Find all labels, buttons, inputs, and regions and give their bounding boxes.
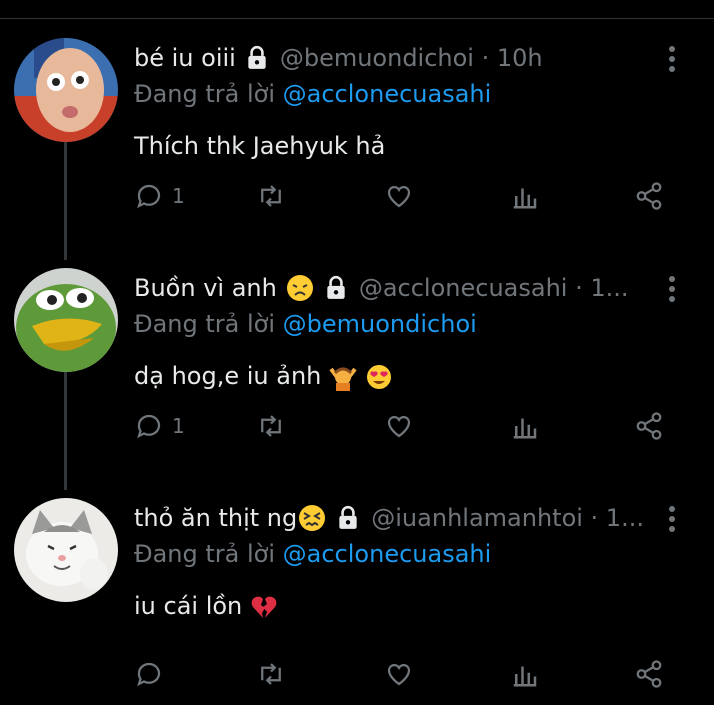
replying-to-label: Đang trả lời bbox=[134, 310, 276, 338]
tweet-actions bbox=[134, 656, 674, 692]
person-gesturing-ok-emoji bbox=[329, 367, 357, 391]
share-icon bbox=[636, 660, 662, 688]
retweet-button[interactable] bbox=[256, 656, 286, 692]
reply-button[interactable] bbox=[134, 656, 164, 692]
retweet-icon bbox=[261, 185, 281, 207]
replying-to: Đang trả lời @acclonecuasahi bbox=[134, 80, 491, 108]
analytics-button[interactable] bbox=[510, 656, 540, 692]
replying-to-handle[interactable]: @acclonecuasahi bbox=[283, 540, 492, 568]
display-name[interactable]: bé iu oiii bbox=[134, 44, 236, 72]
top-divider bbox=[0, 18, 714, 19]
handle-and-time[interactable]: @iuanhlamanhtoi · 1... bbox=[371, 504, 644, 532]
replying-to-label: Đang trả lời bbox=[134, 80, 276, 108]
retweet-icon bbox=[261, 415, 281, 437]
cat-avatar bbox=[14, 498, 118, 602]
share-button[interactable] bbox=[634, 178, 664, 214]
analytics-icon bbox=[513, 418, 537, 439]
disappointed-face-emoji bbox=[286, 275, 313, 301]
display-name[interactable]: Buồn vì anh bbox=[134, 274, 277, 302]
share-button[interactable] bbox=[634, 656, 664, 692]
tweet-header: Buồn vì anh @acclonecuasahi · 1... bbox=[134, 268, 654, 308]
baby-face-avatar bbox=[14, 38, 118, 142]
retweet-icon bbox=[261, 663, 281, 685]
tweet-actions: 1 bbox=[134, 408, 674, 444]
tweet-header: thỏ ăn thịt ng @iuanhlamanhtoi · 1... bbox=[134, 498, 654, 538]
heart-icon bbox=[387, 415, 411, 438]
tweet[interactable]: Buồn vì anh @acclonecuasahi · 1... Đang … bbox=[0, 268, 714, 498]
retweet-button[interactable] bbox=[256, 408, 286, 444]
tweet[interactable]: thỏ ăn thịt ng @iuanhlamanhtoi · 1... Đa… bbox=[0, 498, 714, 705]
more-options-icon[interactable] bbox=[660, 504, 684, 534]
confounded-face-emoji bbox=[299, 505, 326, 531]
more-options-icon[interactable] bbox=[660, 44, 684, 74]
share-icon bbox=[636, 412, 662, 440]
heart-icon bbox=[387, 185, 411, 208]
share-button[interactable] bbox=[634, 408, 664, 444]
tweet-actions: 1 bbox=[134, 178, 674, 214]
lock-icon bbox=[248, 45, 266, 69]
heart-eyes-emoji bbox=[366, 365, 391, 389]
like-button[interactable] bbox=[384, 408, 414, 444]
broken-heart-emoji bbox=[251, 596, 277, 618]
tweet[interactable]: bé iu oiii @bemuondichoi · 10h Đang trả … bbox=[0, 38, 714, 268]
tweet-header: bé iu oiii @bemuondichoi · 10h bbox=[134, 38, 654, 78]
replying-to-handle[interactable]: @bemuondichoi bbox=[283, 310, 477, 338]
lock-icon bbox=[327, 275, 345, 299]
replying-to: Đang trả lời @acclonecuasahi bbox=[134, 540, 491, 568]
analytics-icon bbox=[513, 188, 537, 209]
handle-and-time[interactable]: @acclonecuasahi · 1... bbox=[359, 274, 629, 302]
replying-to-label: Đang trả lời bbox=[134, 540, 276, 568]
reply-icon bbox=[137, 184, 161, 209]
handle-and-time[interactable]: @bemuondichoi · 10h bbox=[280, 44, 543, 72]
more-options-icon[interactable] bbox=[660, 274, 684, 304]
reply-icon bbox=[137, 662, 161, 687]
reply-count: 1 bbox=[172, 184, 185, 208]
reply-button[interactable]: 1 bbox=[134, 178, 185, 214]
like-button[interactable] bbox=[384, 178, 414, 214]
heart-icon bbox=[387, 663, 411, 686]
analytics-button[interactable] bbox=[510, 178, 540, 214]
reply-count: 1 bbox=[172, 414, 185, 438]
analytics-button[interactable] bbox=[510, 408, 540, 444]
reply-icon bbox=[137, 414, 161, 439]
replying-to: Đang trả lời @bemuondichoi bbox=[134, 310, 477, 338]
retweet-button[interactable] bbox=[256, 178, 286, 214]
reply-button[interactable]: 1 bbox=[134, 408, 185, 444]
tweet-text-row: iu cái lồn bbox=[134, 592, 278, 621]
tweet-text: iu cái lồn bbox=[134, 592, 243, 620]
analytics-icon bbox=[513, 666, 537, 687]
share-icon bbox=[636, 182, 662, 210]
tweet-text-row: dạ hog,e iu ảnh bbox=[134, 362, 393, 391]
avatar[interactable] bbox=[14, 498, 118, 602]
replying-to-handle[interactable]: @acclonecuasahi bbox=[283, 80, 492, 108]
tweet-text: dạ hog,e iu ảnh bbox=[134, 362, 322, 390]
display-name[interactable]: thỏ ăn thịt ng bbox=[134, 504, 297, 532]
avatar[interactable] bbox=[14, 268, 118, 372]
lock-icon bbox=[339, 505, 357, 529]
avatar[interactable] bbox=[14, 38, 118, 142]
tweet-text: Thích thk Jaehyuk hả bbox=[134, 132, 386, 160]
pepe-frog-avatar bbox=[14, 268, 118, 372]
like-button[interactable] bbox=[384, 656, 414, 692]
